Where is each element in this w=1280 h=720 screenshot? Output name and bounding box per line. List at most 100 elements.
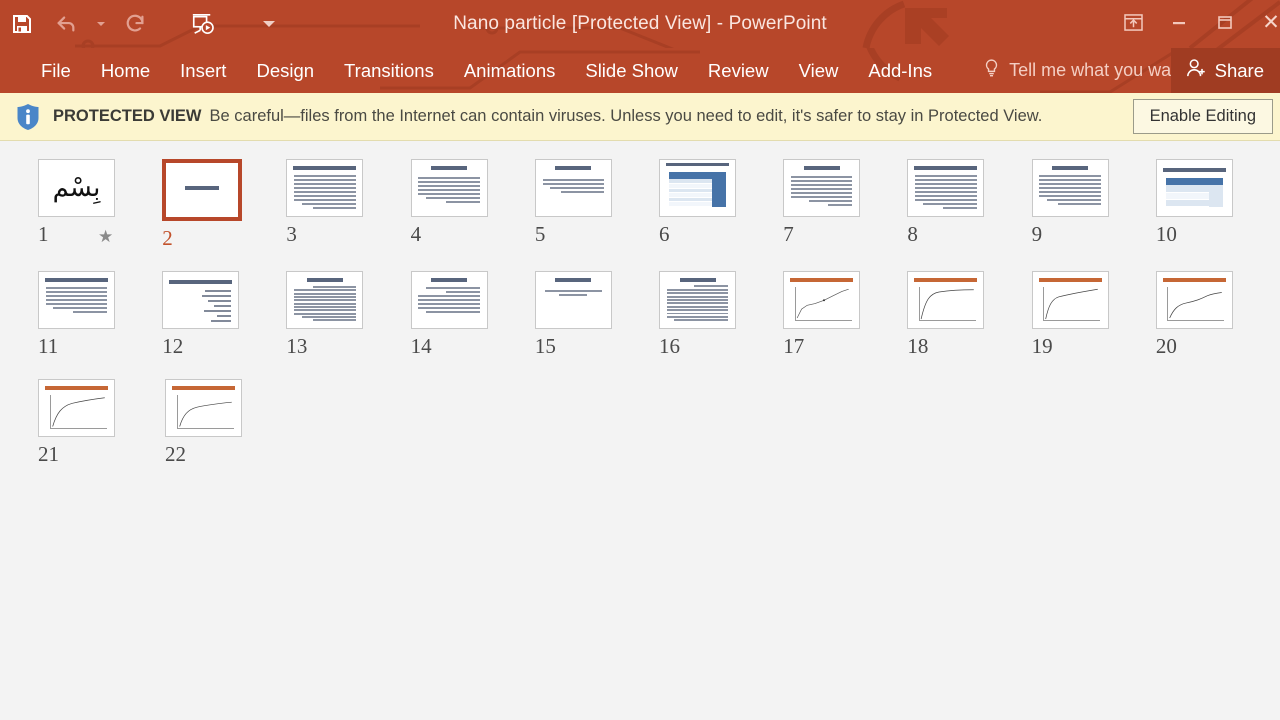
lightbulb-icon xyxy=(983,58,1000,83)
slide-preview[interactable] xyxy=(410,159,488,217)
window-controls[interactable]: ✕ xyxy=(1110,0,1280,44)
slide-thumbnail-22[interactable]: 22 xyxy=(165,379,292,465)
protected-view-banner: PROTECTED VIEW Be careful—files from the… xyxy=(0,93,1280,141)
slide-title-line xyxy=(293,166,357,171)
slide-title-line xyxy=(1162,277,1226,282)
slide-thumbnail-21[interactable]: 21 xyxy=(38,379,165,465)
tab-design[interactable]: Design xyxy=(241,56,329,86)
slide-thumbnail-6[interactable]: 6 xyxy=(659,159,783,249)
slide-thumbnail-16[interactable]: 16 xyxy=(659,271,783,357)
slide-chart-graphic xyxy=(49,394,107,429)
ribbon-tabs[interactable]: File Home Insert Design Transitions Anim… xyxy=(0,56,1236,86)
slide-title-line xyxy=(172,385,235,390)
slide-preview[interactable] xyxy=(410,271,488,329)
restore-icon[interactable] xyxy=(1202,6,1248,38)
info-shield-icon xyxy=(14,102,42,132)
slide-preview[interactable] xyxy=(162,271,240,329)
slide-thumbnail-7[interactable]: 7 xyxy=(783,159,907,249)
slide-preview[interactable] xyxy=(659,271,737,329)
slide-preview[interactable] xyxy=(1155,159,1233,217)
slide-thumbnail-9[interactable]: 9 xyxy=(1031,159,1156,249)
slide-thumbnail-11[interactable]: 11 xyxy=(38,271,162,357)
undo-dropdown-icon[interactable] xyxy=(88,4,114,44)
slide-number: 6 xyxy=(659,222,670,246)
save-icon[interactable] xyxy=(0,4,44,44)
slide-number: 15 xyxy=(534,334,556,358)
slide-title-line xyxy=(431,166,468,171)
slide-thumbnail-3[interactable]: 3 xyxy=(286,159,410,249)
quick-access-toolbar[interactable] xyxy=(0,0,282,48)
slide-number: 8 xyxy=(907,222,918,246)
slide-body-lines xyxy=(542,179,605,209)
slide-preview[interactable] xyxy=(1155,271,1233,329)
slide-title-line xyxy=(1038,277,1102,282)
slide-number: 9 xyxy=(1031,222,1043,246)
slide-title-line xyxy=(306,278,343,283)
slide-preview[interactable] xyxy=(783,159,861,217)
slide-thumbnail-14[interactable]: 14 xyxy=(410,271,535,357)
slide-preview[interactable] xyxy=(907,271,985,329)
tab-transitions[interactable]: Transitions xyxy=(329,56,449,86)
slide-number: 5 xyxy=(534,222,546,246)
slide-thumbnail-15[interactable]: 15 xyxy=(534,271,659,358)
slide-chart-graphic xyxy=(794,286,852,321)
slide-thumbnail-10[interactable]: 10 xyxy=(1155,159,1280,249)
slide-thumbnail-18[interactable]: 18 xyxy=(907,271,1031,357)
ribbon-display-options-icon[interactable] xyxy=(1110,6,1156,38)
slide-thumbnail-pane[interactable]: بِسْم 1 ★ 2 3 4 5 6 7 8 9 10 11 12 13 14… xyxy=(0,141,1280,720)
start-slideshow-icon[interactable] xyxy=(180,4,224,44)
slide-preview[interactable] xyxy=(1031,159,1109,217)
slide-thumbnail-1[interactable]: بِسْم 1 ★ xyxy=(38,159,162,249)
slide-preview[interactable] xyxy=(534,271,612,329)
tab-home[interactable]: Home xyxy=(86,56,165,86)
slide-number: 12 xyxy=(162,334,184,358)
slide-thumbnail-17[interactable]: 17 xyxy=(783,271,907,357)
tab-file[interactable]: File xyxy=(26,56,86,86)
tab-add-ins[interactable]: Add-Ins xyxy=(853,56,947,86)
slide-preview[interactable] xyxy=(286,159,364,217)
slide-body-lines xyxy=(790,176,853,209)
tab-slide-show[interactable]: Slide Show xyxy=(570,56,693,86)
thumbnail-row: 11 12 13 14 15 16 17 18 19 20 xyxy=(0,271,1280,357)
slide-body-lines xyxy=(294,286,356,322)
slide-preview[interactable] xyxy=(165,379,242,437)
slide-thumbnail-8[interactable]: 8 xyxy=(907,159,1031,249)
slide-thumbnail-13[interactable]: 13 xyxy=(286,271,410,357)
slide-thumbnail-12[interactable]: 12 xyxy=(162,271,286,357)
slide-thumbnail-2[interactable]: 2 xyxy=(162,159,286,249)
minimize-icon[interactable] xyxy=(1156,6,1202,38)
slide-preview[interactable] xyxy=(286,271,364,329)
star-icon: ★ xyxy=(98,227,114,246)
slide-number: 3 xyxy=(286,222,297,246)
slide-table-graphic xyxy=(1165,177,1223,208)
slide-title-line xyxy=(45,278,108,283)
share-label: Share xyxy=(1214,59,1264,81)
slide-preview[interactable] xyxy=(534,159,612,217)
slide-preview[interactable] xyxy=(1031,271,1109,329)
share-button[interactable]: Share xyxy=(1170,48,1280,93)
slide-number: 16 xyxy=(659,334,681,358)
slide-thumbnail-19[interactable]: 19 xyxy=(1031,271,1156,357)
slide-thumbnail-4[interactable]: 4 xyxy=(410,159,535,249)
tab-animations[interactable]: Animations xyxy=(449,56,571,86)
slide-preview[interactable]: بِسْم xyxy=(38,159,115,217)
slide-preview[interactable] xyxy=(38,379,115,437)
tab-view[interactable]: View xyxy=(784,56,854,86)
tab-review[interactable]: Review xyxy=(693,56,784,86)
slide-preview[interactable] xyxy=(162,159,243,221)
customize-qat-icon[interactable] xyxy=(256,4,282,44)
slide-body-lines xyxy=(294,174,356,210)
slide-title-line xyxy=(790,277,854,282)
slide-preview[interactable] xyxy=(783,271,861,329)
enable-editing-button[interactable]: Enable Editing xyxy=(1132,99,1273,134)
slide-thumbnail-5[interactable]: 5 xyxy=(534,159,659,249)
slide-preview[interactable] xyxy=(38,271,115,329)
slide-thumbnail-20[interactable]: 20 xyxy=(1155,271,1280,357)
undo-icon[interactable] xyxy=(44,4,88,44)
slide-preview[interactable] xyxy=(659,159,737,217)
calligraphy-graphic: بِسْم xyxy=(52,173,101,203)
redo-icon[interactable] xyxy=(114,4,158,44)
slide-preview[interactable] xyxy=(907,159,985,217)
tab-insert[interactable]: Insert xyxy=(165,56,241,86)
close-icon[interactable]: ✕ xyxy=(1248,6,1280,38)
